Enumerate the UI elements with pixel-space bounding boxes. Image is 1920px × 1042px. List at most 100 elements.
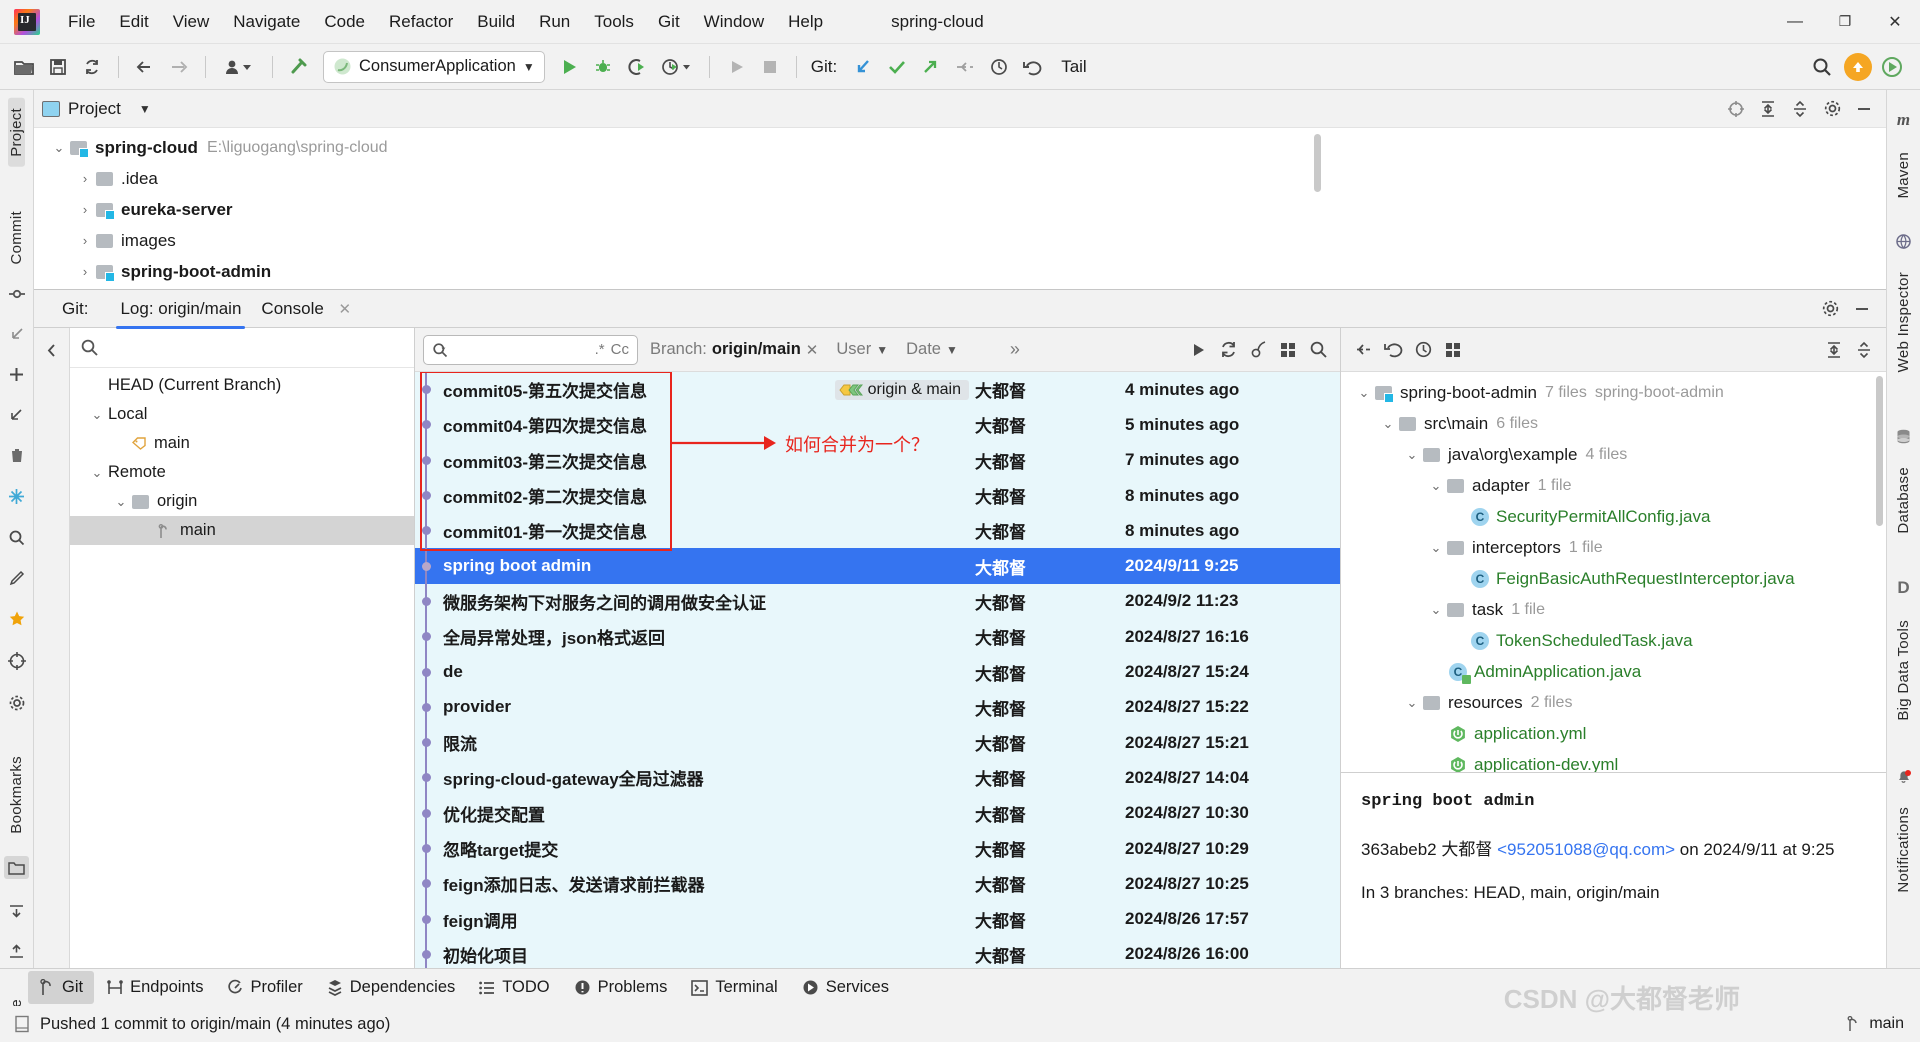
diff-arrow-icon[interactable]	[9, 407, 25, 423]
close-button[interactable]: ✕	[1870, 0, 1920, 44]
sidebar-item-project[interactable]: Project	[8, 98, 25, 167]
back-arrow-strip-icon[interactable]	[9, 326, 25, 342]
commit-row[interactable]: commit01-第一次提交信息 大都督 8 minutes ago	[415, 513, 1340, 549]
menu-tools[interactable]: Tools	[582, 8, 646, 36]
menu-git[interactable]: Git	[646, 8, 692, 36]
revert-changes-icon[interactable]	[1379, 336, 1407, 364]
collapse-all-changes-icon[interactable]	[1850, 336, 1878, 364]
favorites-star-icon[interactable]	[8, 610, 26, 628]
commit-anchor-icon[interactable]	[8, 286, 25, 302]
branch-group-origin[interactable]: ⌄ origin	[70, 487, 414, 516]
bottom-item-git[interactable]: Git	[28, 971, 95, 1004]
database-icon[interactable]	[1895, 428, 1912, 445]
changes-row[interactable]: ⌄ resources 2 files	[1341, 687, 1886, 718]
branch-group-remote[interactable]: ⌄ Remote	[70, 458, 414, 487]
show-columns-icon[interactable]	[1274, 336, 1302, 364]
commit-row[interactable]: 初始化项目 大都督 2024/8/26 16:00	[415, 936, 1340, 968]
collapse-all-icon[interactable]	[1786, 95, 1814, 123]
menu-navigate[interactable]: Navigate	[221, 8, 312, 36]
changes-row[interactable]: ⌄ adapter 1 file	[1341, 470, 1886, 501]
sidebar-item-big-data-tools[interactable]: Big Data Tools	[1895, 610, 1912, 731]
changes-row[interactable]: C TokenScheduledTask.java	[1341, 625, 1886, 656]
expand-changes-icon[interactable]	[1349, 336, 1377, 364]
close-tab-icon[interactable]: ✕	[339, 301, 352, 318]
branch-row-origin-main[interactable]: main	[70, 516, 414, 545]
changes-row[interactable]: C AdminApplication.java	[1341, 656, 1886, 687]
commit-row[interactable]: spring-cloud-gateway全局过滤器 大都督 2024/8/27 …	[415, 760, 1340, 796]
group-by-icon[interactable]	[1439, 336, 1467, 364]
sidebar-item-database[interactable]: Database	[1895, 457, 1912, 544]
search-everywhere-icon[interactable]	[1806, 51, 1838, 83]
changes-row[interactable]: ⌄ interceptors 1 file	[1341, 532, 1886, 563]
commit-row[interactable]: de 大都督 2024/8/27 15:24	[415, 654, 1340, 690]
changes-row[interactable]: ⌄ src\main 6 files	[1341, 408, 1886, 439]
commit-row[interactable]: 限流 大都督 2024/8/27 15:21	[415, 724, 1340, 761]
bottom-item-problems[interactable]: Problems	[563, 971, 679, 1004]
back-arrow-icon[interactable]	[129, 51, 161, 83]
search-strip-icon[interactable]	[8, 529, 25, 546]
commit-ref-chip[interactable]: origin & main	[834, 379, 969, 400]
menu-window[interactable]: Window	[692, 8, 776, 36]
commit-row[interactable]: feign添加日志、发送请求前拦截器 大都督 2024/8/27 10:25	[415, 866, 1340, 902]
expand-all-changes-icon[interactable]	[1820, 336, 1848, 364]
collapse-branches-icon[interactable]	[38, 336, 66, 364]
bookmarks-folder-icon[interactable]	[4, 856, 29, 879]
refresh-log-icon[interactable]	[1214, 336, 1242, 364]
project-chevron-down-icon[interactable]: ▼	[139, 102, 151, 116]
chevron-right-icon[interactable]: ›	[74, 264, 96, 279]
menu-help[interactable]: Help	[776, 8, 835, 36]
branch-row-head[interactable]: HEAD (Current Branch)	[70, 371, 414, 400]
project-tree[interactable]: ⌄ spring-cloud E:\liguogang\spring-cloud…	[34, 128, 1886, 289]
minimize-button[interactable]: —	[1770, 0, 1820, 44]
commit-list[interactable]: commit05-第五次提交信息 origin & main 大都督 4 min…	[415, 372, 1340, 968]
sync-refresh-icon[interactable]	[76, 51, 108, 83]
menu-file[interactable]: File	[56, 8, 107, 36]
filter-user[interactable]: User ▼	[830, 338, 894, 361]
target-crosshair-icon[interactable]	[7, 652, 26, 671]
commit-row[interactable]: provider 大都督 2024/8/27 15:22	[415, 689, 1340, 725]
bottom-item-endpoints[interactable]: Endpoints	[96, 971, 214, 1004]
settings-gear-strip-icon[interactable]	[8, 694, 26, 712]
tab-log-origin-main[interactable]: Log: origin/main	[110, 291, 251, 329]
menu-refactor[interactable]: Refactor	[377, 8, 465, 36]
changes-row[interactable]: C FeignBasicAuthRequestInterceptor.java	[1341, 563, 1886, 594]
git-rollback-icon[interactable]	[1017, 51, 1049, 83]
delete-trash-icon[interactable]	[9, 447, 25, 464]
commit-search-box[interactable]: .* Cc	[423, 334, 638, 365]
status-branch-label[interactable]: main	[1869, 1015, 1904, 1033]
bottom-item-dependencies[interactable]: Dependencies	[316, 971, 467, 1004]
hide-git-window-icon[interactable]	[1848, 295, 1876, 323]
chevron-down-icon[interactable]: ⌄	[1401, 447, 1423, 463]
git-history-icon[interactable]	[983, 51, 1015, 83]
build-hammer-icon[interactable]	[283, 51, 315, 83]
open-project-icon[interactable]	[8, 51, 40, 83]
edit-pencil-icon[interactable]	[9, 570, 25, 586]
changes-row[interactable]: ⌄ task 1 file	[1341, 594, 1886, 625]
stop-button[interactable]	[754, 51, 786, 83]
chevron-down-icon[interactable]: ⌄	[1401, 695, 1423, 711]
menu-run[interactable]: Run	[527, 8, 582, 36]
filter-date[interactable]: Date ▼	[900, 338, 964, 361]
branch-group-local[interactable]: ⌄ Local	[70, 400, 414, 429]
branch-tree[interactable]: HEAD (Current Branch) ⌄ Local main ⌄ Rem…	[70, 368, 414, 968]
run-configuration-selector[interactable]: ConsumerApplication ▼	[323, 50, 545, 83]
collapse-up-icon[interactable]	[8, 944, 25, 961]
project-tree-row[interactable]: › spring-boot-admin	[34, 256, 1886, 287]
maven-icon[interactable]: m	[1897, 110, 1910, 130]
tab-console[interactable]: Console ✕	[251, 291, 361, 327]
hide-project-panel-icon[interactable]	[1850, 95, 1878, 123]
changes-row[interactable]: application-dev.yml	[1341, 749, 1886, 772]
commit-row[interactable]: commit03-第三次提交信息 大都督 7 minutes ago	[415, 442, 1340, 478]
clear-branch-filter-icon[interactable]: ✕	[806, 341, 819, 359]
project-tree-row[interactable]: › images	[34, 225, 1886, 256]
commit-row[interactable]: 全局异常处理，json格式返回 大都督 2024/8/27 16:16	[415, 619, 1340, 655]
update-available-icon[interactable]	[1844, 52, 1872, 81]
sidebar-item-bookmarks[interactable]: Bookmarks	[8, 746, 25, 844]
git-push-icon[interactable]	[915, 51, 947, 83]
sidebar-item-commit[interactable]: Commit	[8, 201, 25, 274]
chevron-down-icon[interactable]: ⌄	[1425, 540, 1447, 556]
forward-arrow-icon[interactable]	[163, 51, 195, 83]
menu-build[interactable]: Build	[465, 8, 527, 36]
search-log-icon[interactable]	[1304, 336, 1332, 364]
cherry-pick-icon[interactable]	[1244, 336, 1272, 364]
